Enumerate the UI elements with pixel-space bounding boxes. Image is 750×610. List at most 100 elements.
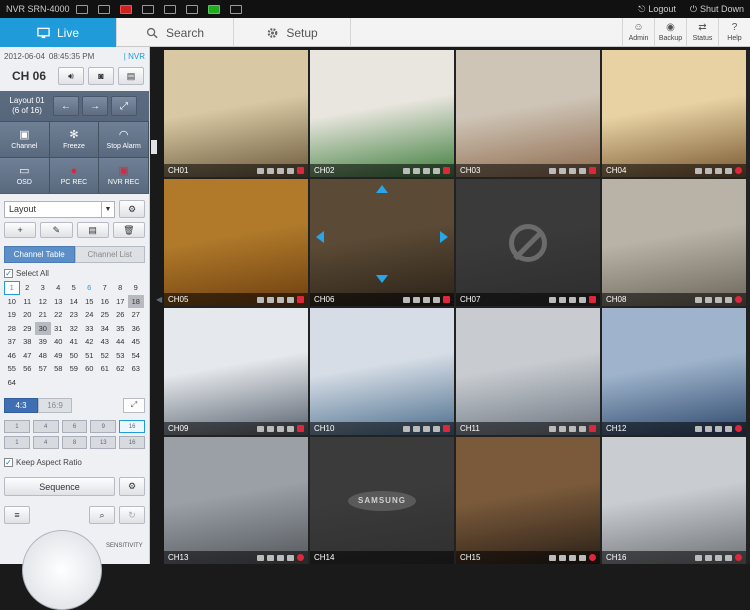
- keep-aspect-ratio[interactable]: ✓ Keep Aspect Ratio: [4, 455, 145, 469]
- admin-button[interactable]: ☺ Admin: [622, 18, 654, 47]
- audio-icon[interactable]: [413, 167, 420, 174]
- delete-layout-button[interactable]: 🗑︎: [112, 222, 145, 238]
- mic-icon[interactable]: [569, 296, 576, 303]
- video-cell[interactable]: CH10: [310, 308, 454, 435]
- tab-channel-list[interactable]: Channel List: [74, 246, 145, 263]
- audio-icon[interactable]: [559, 167, 566, 174]
- snapshot-icon[interactable]: [403, 425, 410, 432]
- stop-alarm-button[interactable]: ◠ Stop Alarm: [99, 121, 149, 157]
- panel-resize-handle[interactable]: [151, 140, 157, 154]
- channel-cell[interactable]: 13: [51, 295, 67, 309]
- channel-cell[interactable]: 46: [4, 349, 20, 363]
- ptz-icon[interactable]: [725, 167, 732, 174]
- mic-icon[interactable]: [423, 425, 430, 432]
- mic-icon[interactable]: [277, 167, 284, 174]
- snapshot-icon[interactable]: [549, 425, 556, 432]
- zoom-button[interactable]: ⌕: [89, 506, 115, 524]
- channel-cell[interactable]: 35: [113, 322, 129, 336]
- ptz-icon[interactable]: [579, 296, 586, 303]
- collapse-panel-icon[interactable]: ◀: [156, 295, 162, 304]
- video-cell[interactable]: CH03: [456, 50, 600, 177]
- video-cell[interactable]: CH01: [164, 50, 308, 177]
- layout-select[interactable]: Layout ▼: [4, 200, 115, 218]
- channel-cell[interactable]: 41: [66, 335, 82, 349]
- pan-right-icon[interactable]: [440, 231, 448, 243]
- ptz-icon[interactable]: [433, 296, 440, 303]
- layout-option[interactable]: 6: [61, 420, 88, 433]
- ptz-icon[interactable]: [287, 296, 294, 303]
- pc-rec-button[interactable]: ● PC REC: [49, 157, 100, 193]
- channel-cell[interactable]: 16: [97, 295, 113, 309]
- audio-icon[interactable]: [559, 425, 566, 432]
- ptz-icon[interactable]: [287, 554, 294, 561]
- channel-cell[interactable]: 31: [51, 322, 67, 336]
- freeze-button[interactable]: ✻ Freeze: [49, 121, 100, 157]
- channel-cell[interactable]: 30: [35, 321, 51, 335]
- video-cell[interactable]: CH06: [310, 179, 454, 306]
- channel-cell[interactable]: 50: [66, 349, 82, 363]
- video-cell[interactable]: SAMSUNG CH14: [310, 437, 454, 564]
- layout-option[interactable]: 1: [4, 420, 30, 433]
- channel-cell[interactable]: 61: [97, 362, 113, 376]
- nvr-rec-button[interactable]: ▣ NVR REC: [99, 157, 149, 193]
- channel-cell[interactable]: 22: [51, 308, 67, 322]
- menu-button[interactable]: ≡: [4, 506, 30, 524]
- channel-cell[interactable]: 5: [66, 281, 82, 295]
- channel-cell[interactable]: 62: [113, 362, 129, 376]
- audio-icon[interactable]: [705, 167, 712, 174]
- channel-cell[interactable]: 28: [4, 322, 20, 336]
- tab-search[interactable]: Search: [117, 18, 234, 47]
- channel-cell[interactable]: 27: [128, 308, 144, 322]
- channel-cell[interactable]: 18: [128, 294, 144, 308]
- layout-option[interactable]: 1: [4, 436, 30, 449]
- channel-cell[interactable]: 9: [128, 281, 144, 295]
- fullscreen-button[interactable]: ⤢: [111, 96, 137, 116]
- channel-cell[interactable]: 49: [51, 349, 67, 363]
- channel-cell[interactable]: 40: [51, 335, 67, 349]
- snapshot-icon[interactable]: [695, 425, 702, 432]
- mic-icon[interactable]: [277, 425, 284, 432]
- layout-option[interactable]: 4: [32, 420, 59, 433]
- shutdown-link[interactable]: ⏻ Shut Down: [690, 4, 744, 15]
- video-cell[interactable]: CH05: [164, 179, 308, 306]
- video-cell[interactable]: CH15: [456, 437, 600, 564]
- channel-cell[interactable]: 48: [35, 349, 51, 363]
- audio-icon[interactable]: [705, 425, 712, 432]
- save-layout-button[interactable]: ▤: [76, 222, 109, 238]
- channel-cell[interactable]: 29: [20, 322, 36, 336]
- channel-cell[interactable]: 23: [66, 308, 82, 322]
- channel-cell[interactable]: 47: [20, 349, 36, 363]
- mic-icon[interactable]: [715, 554, 722, 561]
- channel-cell[interactable]: 7: [97, 281, 113, 295]
- channel-cell[interactable]: 56: [20, 362, 36, 376]
- snapshot-icon[interactable]: [257, 425, 264, 432]
- audio-button[interactable]: 🔊︎: [58, 67, 84, 85]
- channel-cell[interactable]: 20: [20, 308, 36, 322]
- video-cell[interactable]: CH07: [456, 179, 600, 306]
- audio-icon[interactable]: [267, 167, 274, 174]
- prev-layout-button[interactable]: ←: [53, 96, 79, 116]
- tab-live[interactable]: Live: [0, 18, 117, 47]
- channel-cell[interactable]: 32: [66, 322, 82, 336]
- channel-cell[interactable]: 25: [97, 308, 113, 322]
- snapshot-icon[interactable]: [257, 167, 264, 174]
- tab-channel-table[interactable]: Channel Table: [4, 246, 75, 263]
- sequence-settings-button[interactable]: ⚙: [119, 477, 145, 496]
- video-cell[interactable]: CH13: [164, 437, 308, 564]
- snapshot-icon[interactable]: [695, 167, 702, 174]
- edit-layout-button[interactable]: ✎: [40, 222, 73, 238]
- channel-cell[interactable]: 55: [4, 362, 20, 376]
- ptz-icon[interactable]: [579, 167, 586, 174]
- video-cell[interactable]: CH11: [456, 308, 600, 435]
- channel-cell[interactable]: 21: [35, 308, 51, 322]
- aspect-4-3-button[interactable]: 4:3: [4, 397, 38, 413]
- ptz-icon[interactable]: [287, 167, 294, 174]
- snapshot-icon[interactable]: [257, 554, 264, 561]
- channel-cell[interactable]: 1: [4, 281, 20, 295]
- snapshot-icon[interactable]: [695, 296, 702, 303]
- channel-cell[interactable]: 60: [82, 362, 98, 376]
- backup-button[interactable]: ◉ Backup: [654, 18, 686, 47]
- aspect-16-9-button[interactable]: 16:9: [38, 397, 72, 413]
- layout-option[interactable]: 13: [90, 436, 117, 449]
- channel-cell[interactable]: 39: [35, 335, 51, 349]
